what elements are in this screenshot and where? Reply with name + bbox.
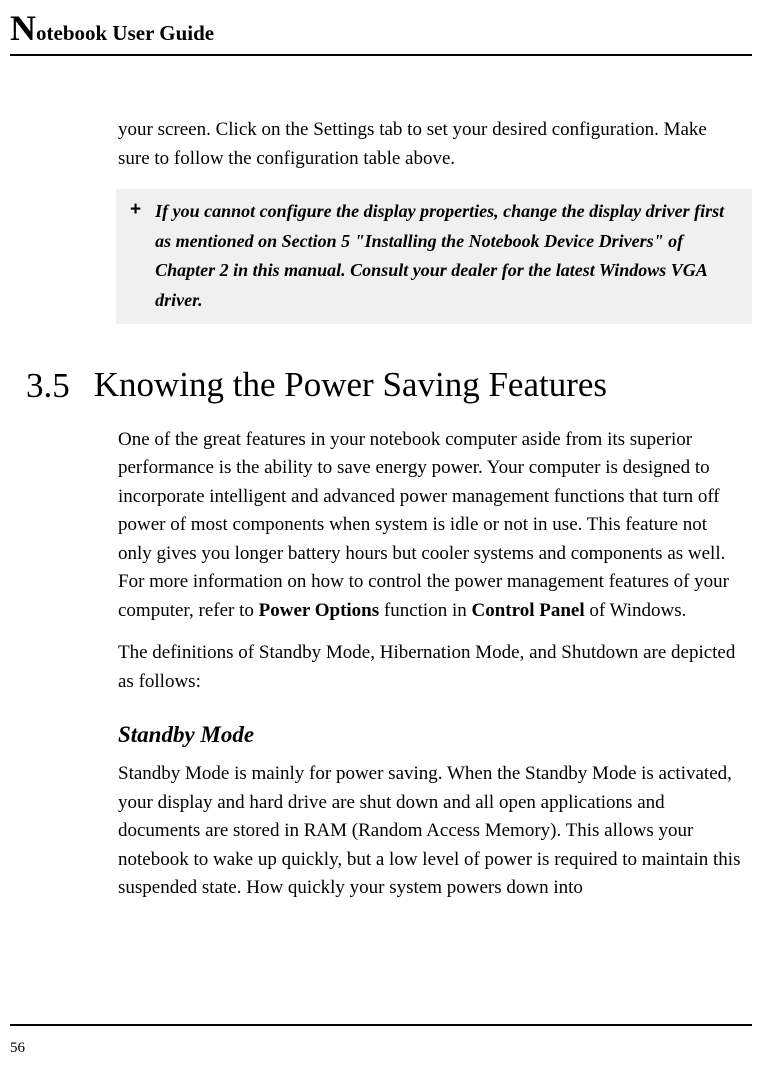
footer-rule [10,1024,752,1026]
page-number: 56 [10,1040,752,1057]
page-content: your screen. Click on the Settings tab t… [118,116,742,903]
page-header: Notebook User Guide [10,10,752,56]
drop-cap: N [10,8,36,48]
p1-bold-1: Power Options [259,600,380,621]
continuation-paragraph: your screen. Click on the Settings tab t… [118,116,742,173]
note-box: + If you cannot configure the display pr… [116,189,752,324]
subsection-body: Standby Mode is mainly for power saving.… [118,760,742,903]
section-heading-row: 3.5 Knowing the Power Saving Features [26,364,742,406]
note-marker: + [130,199,141,221]
section-title: Knowing the Power Saving Features [94,364,607,406]
body-paragraph-2: The definitions of Standby Mode, Hiberna… [118,639,742,696]
header-title: Notebook User Guide [10,10,752,46]
title-text: otebook User Guide [36,21,214,45]
section-number: 3.5 [26,366,70,406]
subsection-title: Standby Mode [118,722,742,748]
p1-bold-2: Control Panel [472,600,585,621]
p1-text-a: One of the great features in your notebo… [118,429,729,621]
p1-text-c: of Windows. [585,600,687,621]
p1-text-b: function in [379,600,471,621]
body-paragraph-1: One of the great features in your notebo… [118,426,742,626]
note-text: If you cannot configure the display prop… [155,197,740,316]
page-footer: 56 [10,1024,752,1057]
note-row: + If you cannot configure the display pr… [130,197,740,316]
